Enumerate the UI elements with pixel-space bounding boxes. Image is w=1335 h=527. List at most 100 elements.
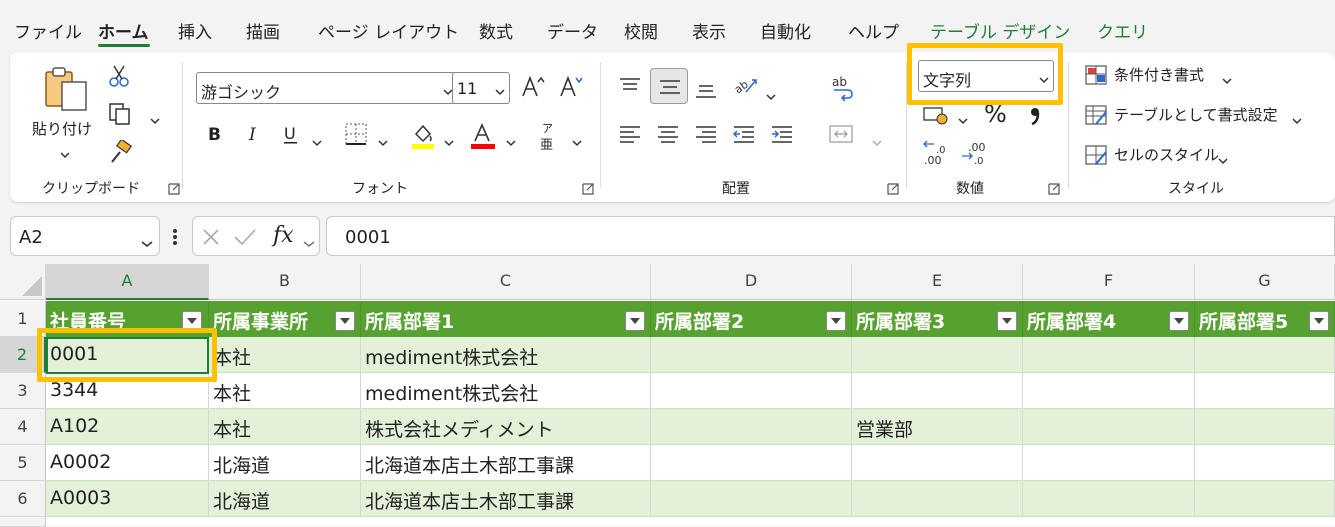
table-cell[interactable]: A0002	[46, 445, 209, 481]
table-header-cell[interactable]: 所属部署3	[852, 301, 1023, 337]
tab-file[interactable]: ファイル	[14, 18, 82, 43]
filter-dropdown-icon[interactable]	[1169, 311, 1189, 331]
row-header-4[interactable]: 4	[0, 409, 46, 445]
table-cell[interactable]	[1023, 373, 1195, 409]
row-header-6[interactable]: 6	[0, 481, 46, 517]
underline-icon[interactable]: U	[282, 124, 300, 150]
increase-decimal-icon[interactable]: .00.0	[922, 140, 950, 170]
table-cell[interactable]: 北海道	[209, 445, 361, 481]
increase-font-size-icon[interactable]	[520, 74, 546, 104]
table-cell[interactable]	[852, 337, 1023, 373]
table-cell[interactable]: mediment株式会社	[361, 373, 651, 409]
table-cell[interactable]	[1195, 409, 1335, 445]
table-cell[interactable]: 営業部	[852, 409, 1023, 445]
table-header-cell[interactable]: 所属部署5	[1195, 301, 1335, 337]
table-cell[interactable]: A0003	[46, 481, 209, 517]
table-cell[interactable]: 北海道本店土木部工事課	[361, 445, 651, 481]
italic-icon[interactable]: I	[246, 124, 262, 148]
table-cell[interactable]	[852, 445, 1023, 481]
font-name-dropdown[interactable]: 游ゴシック	[196, 72, 458, 104]
tab-table-design[interactable]: テーブル デザイン	[930, 18, 1070, 43]
insert-function-icon[interactable]: fx	[273, 223, 294, 248]
tab-insert[interactable]: 挿入	[178, 18, 212, 43]
chevron-down-icon[interactable]	[303, 233, 315, 252]
table-cell[interactable]: mediment株式会社	[361, 337, 651, 373]
wrap-text-icon[interactable]: ab	[830, 74, 856, 106]
dialog-launcher-icon[interactable]	[887, 180, 899, 195]
font-size-dropdown[interactable]: 11	[452, 72, 510, 104]
chevron-down-icon[interactable]	[444, 132, 454, 151]
align-right-icon[interactable]	[694, 124, 718, 148]
chevron-down-icon[interactable]	[141, 233, 153, 252]
format-as-table-button[interactable]: テーブルとして書式設定	[1114, 104, 1278, 125]
name-box[interactable]: A2	[10, 216, 160, 256]
chevron-down-icon[interactable]	[766, 86, 776, 105]
tab-page-layout[interactable]: ページ レイアウト	[318, 18, 459, 43]
table-cell[interactable]: 本社	[209, 409, 361, 445]
conditional-formatting-button[interactable]: 条件付き書式	[1114, 64, 1204, 85]
align-bottom-icon[interactable]	[694, 80, 718, 104]
format-painter-icon[interactable]	[108, 138, 133, 168]
table-cell[interactable]: A102	[46, 409, 209, 445]
filter-dropdown-icon[interactable]	[826, 311, 846, 331]
scissors-icon[interactable]	[108, 64, 130, 92]
column-header-a[interactable]: A	[46, 264, 209, 300]
chevron-down-icon[interactable]	[1218, 150, 1228, 169]
table-cell[interactable]	[1023, 409, 1195, 445]
tab-automate[interactable]: 自動化	[760, 18, 811, 43]
table-cell[interactable]	[1023, 445, 1195, 481]
row-header-5[interactable]: 5	[0, 445, 46, 481]
align-left-icon[interactable]	[618, 124, 642, 148]
table-cell[interactable]: 本社	[209, 337, 361, 373]
paste-icon[interactable]	[42, 66, 90, 116]
conditional-formatting-icon[interactable]	[1084, 64, 1108, 90]
table-cell[interactable]	[852, 373, 1023, 409]
table-cell[interactable]: 本社	[209, 373, 361, 409]
table-cell[interactable]	[1195, 373, 1335, 409]
chevron-down-icon[interactable]	[958, 110, 968, 129]
table-header-cell[interactable]: 所属部署4	[1023, 301, 1195, 337]
column-header-g[interactable]: G	[1195, 264, 1335, 300]
chevron-down-icon[interactable]	[572, 132, 582, 151]
decrease-font-size-icon[interactable]	[558, 74, 584, 104]
column-header-b[interactable]: B	[209, 264, 361, 300]
chevron-down-icon[interactable]	[1222, 70, 1232, 89]
tab-view[interactable]: 表示	[692, 18, 726, 43]
table-cell[interactable]	[852, 481, 1023, 517]
table-cell[interactable]	[1195, 445, 1335, 481]
filter-dropdown-icon[interactable]	[625, 311, 645, 331]
column-header-c[interactable]: C	[361, 264, 651, 300]
chevron-down-icon[interactable]	[1292, 110, 1302, 129]
increase-indent-icon[interactable]	[770, 124, 794, 148]
tab-formulas[interactable]: 数式	[479, 18, 513, 43]
chevron-down-icon[interactable]	[378, 132, 388, 151]
chevron-down-icon[interactable]	[312, 132, 322, 151]
table-cell[interactable]	[1195, 337, 1335, 373]
more-options-icon[interactable]	[172, 228, 178, 250]
filter-dropdown-icon[interactable]	[997, 311, 1017, 331]
table-cell[interactable]: 北海道	[209, 481, 361, 517]
bold-icon[interactable]: B	[206, 124, 222, 148]
format-as-table-icon[interactable]	[1084, 104, 1108, 130]
chevron-down-icon[interactable]	[150, 110, 160, 129]
table-cell[interactable]	[651, 445, 852, 481]
table-cell[interactable]	[1023, 337, 1195, 373]
align-middle-button[interactable]	[650, 68, 688, 104]
borders-icon[interactable]	[344, 122, 368, 150]
tab-review[interactable]: 校閲	[624, 18, 658, 43]
table-cell[interactable]	[651, 337, 852, 373]
tab-query[interactable]: クエリ	[1097, 18, 1148, 43]
decrease-indent-icon[interactable]	[732, 124, 756, 148]
cell-styles-button[interactable]: セルのスタイル	[1114, 144, 1219, 165]
copy-icon[interactable]	[108, 102, 132, 130]
formula-input[interactable]: 0001	[326, 216, 1335, 256]
chevron-down-icon[interactable]	[506, 132, 516, 151]
table-cell[interactable]	[651, 373, 852, 409]
table-cell[interactable]	[1023, 481, 1195, 517]
tab-data[interactable]: データ	[547, 18, 598, 43]
table-cell[interactable]: 北海道本店土木部工事課	[361, 481, 651, 517]
table-header-cell[interactable]: 所属部署2	[651, 301, 852, 337]
chevron-down-icon[interactable]	[60, 144, 70, 163]
phonetic-icon[interactable]: 亜	[540, 134, 553, 153]
orientation-icon[interactable]: ab	[732, 72, 760, 102]
